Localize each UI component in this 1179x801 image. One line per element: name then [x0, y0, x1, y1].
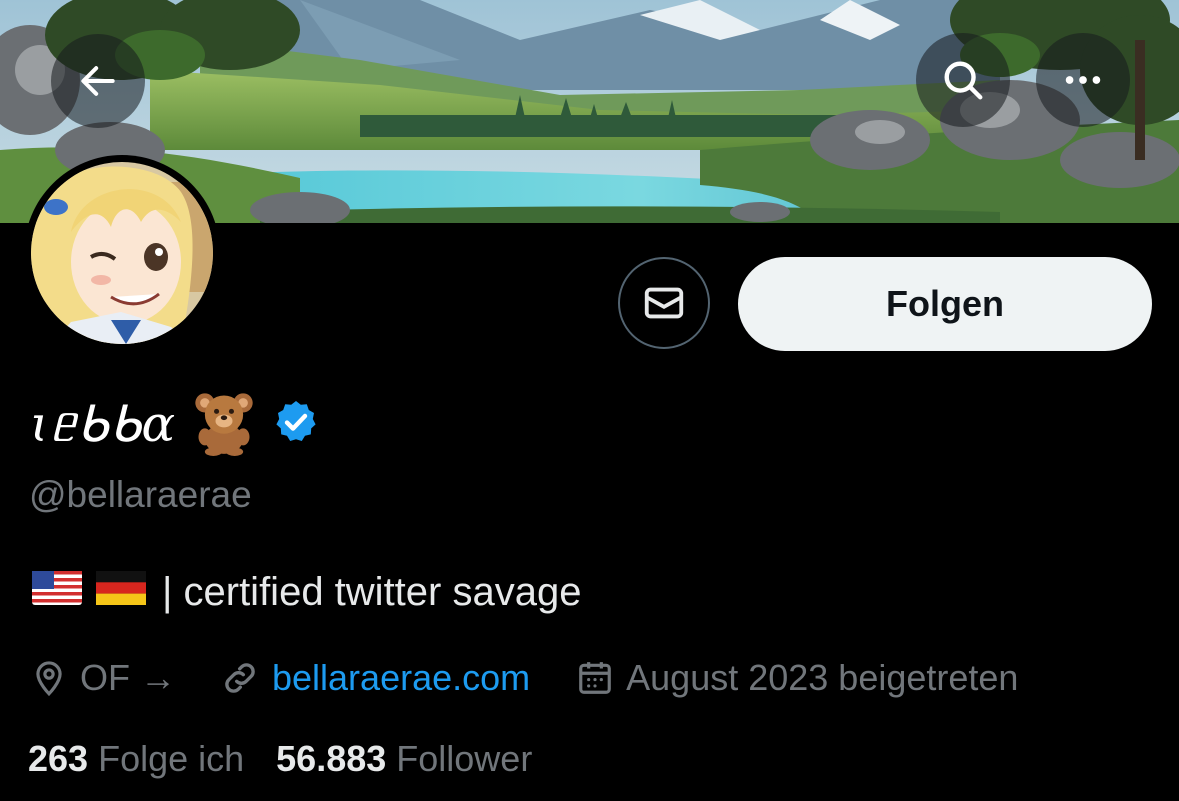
search-button[interactable]	[916, 33, 1010, 127]
calendar-icon	[579, 662, 611, 694]
following-count: 263	[28, 738, 89, 779]
search-icon	[944, 61, 983, 100]
arrow-left-icon	[81, 66, 115, 96]
display-name-row: ɩᥱᑲᑲɑ	[30, 384, 320, 464]
following-link[interactable]: 263 Folge ich	[28, 738, 244, 780]
joined-date: August 2023 beigetreten	[626, 657, 1019, 698]
location-pin-icon	[36, 661, 62, 697]
us-flag-icon	[32, 570, 82, 615]
followers-link[interactable]: 56.883 Follower	[276, 738, 532, 780]
link-icon	[225, 663, 255, 693]
mail-icon	[644, 287, 684, 319]
profile-handle: @bellaraerae	[29, 474, 252, 515]
profile-bio: | certified twitter savage	[32, 570, 581, 615]
profile-avatar[interactable]	[24, 155, 220, 351]
verified-badge-icon[interactable]	[272, 398, 320, 451]
bio-text: | certified twitter savage	[162, 570, 582, 614]
following-label: Folge ich	[98, 738, 245, 779]
location-item: OF →	[30, 657, 176, 699]
followers-label: Follower	[396, 738, 533, 779]
display-name: ɩᥱᑲᑲɑ	[30, 394, 177, 453]
more-horizontal-icon	[1065, 76, 1101, 84]
teddy-bear-icon	[190, 388, 258, 461]
joined-item: August 2023 beigetreten	[576, 657, 1018, 699]
website-item[interactable]: bellaraerae.com	[220, 657, 530, 699]
profile-meta: OF → bellaraerae.com August 2023 beigetr…	[30, 652, 1018, 704]
more-options-button[interactable]	[1036, 33, 1130, 127]
message-button[interactable]	[618, 257, 710, 349]
avatar-image	[31, 162, 213, 344]
followers-count: 56.883	[276, 738, 387, 779]
follow-counts: 263 Folge ich 56.883 Follower	[28, 738, 532, 780]
germany-flag-icon	[96, 570, 146, 615]
back-button[interactable]	[51, 34, 145, 128]
location-text: OF →	[80, 657, 176, 698]
website-link[interactable]: bellaraerae.com	[272, 657, 530, 699]
follow-button[interactable]: Folgen	[738, 257, 1152, 351]
